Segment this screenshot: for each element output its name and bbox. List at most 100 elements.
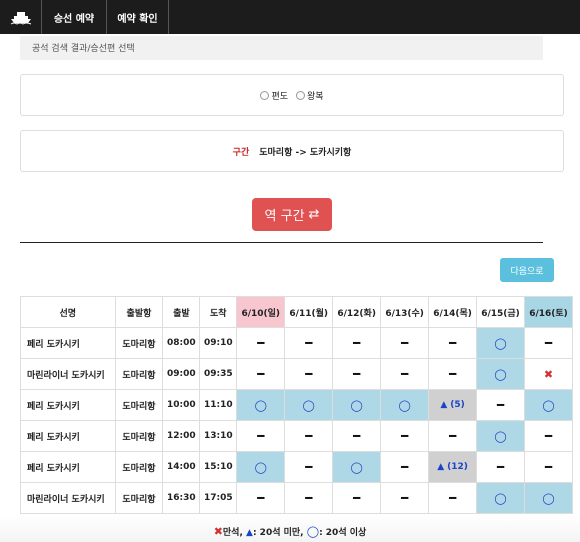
seat-available-cell[interactable]: ◯ [476, 327, 525, 359]
dash-icon: ━ [305, 429, 313, 443]
no-service-cell: ━ [332, 327, 382, 359]
date-header: 6/12(화) [332, 296, 382, 328]
no-service-cell: ━ [380, 451, 430, 483]
no-service-cell: ━ [428, 327, 478, 359]
dash-icon: ━ [257, 491, 265, 505]
circle-icon: ◯ [494, 429, 507, 443]
no-service-cell: ━ [284, 451, 334, 483]
one-way-radio[interactable]: 편도 [260, 89, 288, 102]
circle-icon: ◯ [254, 398, 267, 412]
table-header-row: 선명 출발항 출발 도착 6/10(일) 6/11(월) 6/12(화) 6/13(수… [20, 296, 573, 328]
seat-available-cell[interactable]: ◯ [284, 389, 334, 421]
dash-icon: ━ [305, 367, 313, 381]
full-x-icon: ✖ [213, 525, 223, 538]
availability-legend: ✖만석, ▲: 20석 미만, ◯: 20석 이상 [0, 525, 580, 538]
seat-available-cell[interactable]: ◯ [476, 482, 525, 514]
port-cell: 도마리항 [114, 482, 164, 514]
vessel-cell: 페리 도카시키 [20, 420, 116, 452]
no-service-cell: ━ [524, 420, 573, 452]
arrival-cell: 09:10 [199, 327, 238, 359]
departure-cell: 10:00 [162, 389, 201, 421]
arrival-cell: 13:10 [199, 420, 238, 452]
trip-type-panel: 편도 왕복 [20, 74, 564, 116]
vessel-cell: 페리 도카시키 [20, 451, 116, 483]
no-service-cell: ━ [380, 327, 430, 359]
triangle-icon: ▲ [437, 462, 448, 472]
route-panel: 구간 도마리항 -> 도카시키항 [20, 130, 564, 172]
seat-full-cell: ✖ [524, 358, 573, 390]
seat-available-cell[interactable]: ◯ [236, 451, 286, 483]
vessel-cell: 페리 도카시키 [20, 389, 116, 421]
dash-icon: ━ [544, 460, 553, 474]
col-departure: 출발 [162, 296, 201, 328]
radio-circle-icon[interactable] [260, 90, 270, 100]
date-header: 6/11(월) [284, 296, 334, 328]
dash-icon: ━ [401, 429, 409, 443]
circle-icon: ◯ [254, 460, 267, 474]
ship-icon[interactable] [0, 0, 42, 34]
no-service-cell: ━ [332, 358, 382, 390]
col-vessel: 선명 [20, 296, 116, 328]
route-value: 도마리항 -> 도카시키항 [259, 147, 352, 158]
circle-icon: ◯ [302, 398, 315, 412]
vessel-cell: 페리 도카시키 [20, 327, 116, 359]
next-button[interactable]: 다음으로 [500, 258, 554, 282]
dash-icon: ━ [257, 336, 265, 350]
seat-available-cell[interactable]: ◯ [332, 389, 382, 421]
departure-cell: 16:30 [162, 482, 201, 514]
port-cell: 도마리항 [114, 327, 164, 359]
table-row: 페리 도카시키 도마리항 12:00 13:10 ━ ━ ━ ━ ━ ◯ ━ [20, 420, 573, 452]
legend-many: : 20석 이상 [319, 528, 367, 538]
circle-icon: ◯ [494, 491, 507, 505]
reverse-route-button[interactable]: 역 구간 ⇄ [252, 198, 332, 231]
departure-cell: 14:00 [162, 451, 201, 483]
arrival-cell: 15:10 [199, 451, 238, 483]
no-service-cell: ━ [284, 327, 334, 359]
route-label: 구간 [232, 147, 250, 158]
nav-boarding-reservation[interactable]: 승선 예약 [42, 0, 107, 34]
dash-icon: ━ [496, 398, 505, 412]
table-row: 페리 도카시키 도마리항 14:00 15:10 ◯ ━ ◯ ━ ▲ (12) ━ ━ [20, 451, 573, 483]
table-row: 페리 도카시키 도마리항 08:00 09:10 ━ ━ ━ ━ ━ ◯ ━ [20, 327, 573, 359]
radio-circle-icon[interactable] [296, 90, 305, 100]
circle-icon: ◯ [542, 491, 555, 505]
circle-icon: ◯ [494, 367, 507, 381]
dash-icon: ━ [448, 336, 457, 350]
x-icon: ✖ [543, 367, 554, 381]
arrival-cell: 17:05 [199, 482, 238, 514]
no-service-cell: ━ [524, 327, 573, 359]
breadcrumb: 공석 검색 결과/승선편 선택 [20, 36, 543, 60]
date-header: 6/10(일) [236, 296, 286, 328]
dash-icon: ━ [448, 367, 457, 381]
dash-icon: ━ [305, 460, 313, 474]
dash-icon: ━ [353, 336, 361, 350]
dash-icon: ━ [544, 336, 553, 350]
nav-reservation-check[interactable]: 예약 확인 [107, 0, 169, 34]
no-service-cell: ━ [428, 482, 478, 514]
seat-available-cell[interactable]: ◯ [332, 451, 382, 483]
no-service-cell: ━ [284, 420, 334, 452]
triangle-icon: ▲ [440, 400, 451, 410]
few-triangle-icon: ▲ [246, 528, 253, 538]
schedule-table: 선명 출발항 출발 도착 6/10(일) 6/11(월) 6/12(화) 6/13(수… [20, 296, 573, 514]
no-service-cell: ━ [428, 358, 478, 390]
col-port: 출발항 [114, 296, 164, 328]
arrival-cell: 11:10 [199, 389, 238, 421]
round-trip-radio[interactable]: 왕복 [296, 89, 324, 102]
seat-available-cell[interactable]: ◯ [236, 389, 286, 421]
circle-icon: ◯ [542, 398, 555, 412]
seat-few-cell[interactable]: ▲ (5) [428, 389, 478, 421]
seat-available-cell[interactable]: ◯ [524, 482, 573, 514]
seat-available-cell[interactable]: ◯ [524, 389, 573, 421]
seat-available-cell[interactable]: ◯ [476, 358, 525, 390]
dash-icon: ━ [257, 367, 265, 381]
seat-few-cell[interactable]: ▲ (12) [428, 451, 478, 483]
port-cell: 도마리항 [114, 451, 164, 483]
legend-few: : 20석 미만, [252, 528, 304, 538]
departure-cell: 08:00 [162, 327, 201, 359]
seat-available-cell[interactable]: ◯ [476, 420, 525, 452]
circle-icon: ◯ [350, 460, 363, 474]
seat-available-cell[interactable]: ◯ [380, 389, 430, 421]
dash-icon: ━ [305, 336, 313, 350]
circle-icon: ◯ [398, 398, 411, 412]
